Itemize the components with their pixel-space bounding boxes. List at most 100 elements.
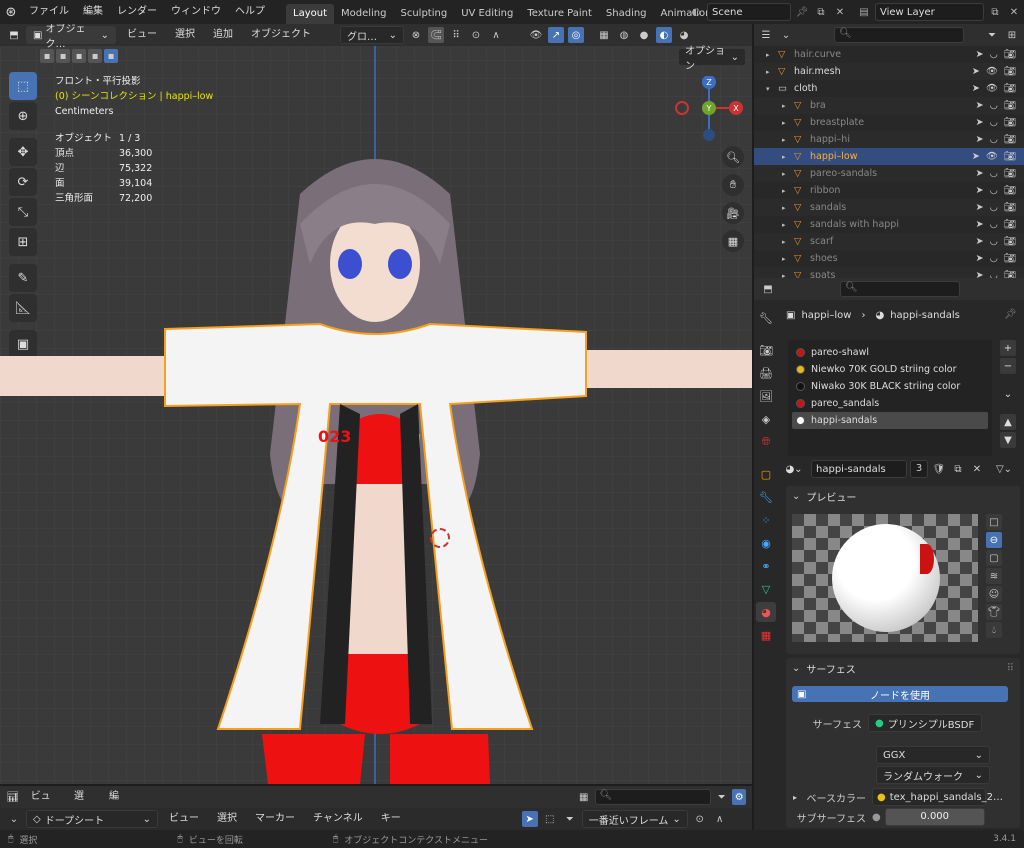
browse-material-icon[interactable]: ◕⌄ [785, 461, 802, 477]
subsurface-method-dropdown[interactable]: ランダムウォーク ⌄ [876, 766, 990, 784]
outliner-row[interactable]: ▸ ▽ bra ➤ ◡ 📷︎ [754, 97, 1024, 114]
view-layer-tab-icon[interactable]: 🖼︎ [756, 386, 776, 406]
expand-arrow-icon[interactable]: ▸ [782, 204, 794, 212]
outliner-row[interactable]: ▸ ▽ sandals ➤ ◡ 📷︎ [754, 199, 1024, 216]
delete-scene-icon[interactable]: ✕ [832, 4, 848, 20]
material-tab-icon[interactable]: ◕ [756, 602, 776, 622]
options-dropdown[interactable]: オプション ⌄ [678, 46, 746, 72]
shading-material-icon[interactable]: ◐ [656, 27, 672, 43]
menu-file[interactable]: ファイル [22, 0, 76, 24]
move-down-icon[interactable]: ▼ [1000, 432, 1016, 448]
outliner-search-input[interactable]: 🔍︎ [834, 27, 964, 43]
dopesheet-mode-dropdown[interactable]: ◇ ドープシート ⌄ [26, 810, 158, 828]
timeline-menu-edit[interactable]: 編集 [102, 786, 133, 824]
expand-arrow-icon[interactable]: ▸ [782, 136, 794, 144]
selectable-icon[interactable]: ➤ [976, 219, 984, 230]
use-nodes-button[interactable]: ▣ ノードを使用 [792, 686, 1008, 702]
dopesheet-menu-marker[interactable]: マーカー [248, 808, 302, 830]
outliner-row[interactable]: ▸ ▽ hair.mesh ➤ 👁︎ 📷︎ [754, 63, 1024, 80]
render-camera-icon[interactable]: 📷︎ [1004, 66, 1016, 77]
properties-search-input[interactable]: 🔍︎ [840, 281, 960, 297]
render-camera-icon[interactable]: 📷︎ [1004, 202, 1016, 213]
outliner-row[interactable]: ▾ ▭ cloth ➤ 👁︎ 📷︎ [754, 80, 1024, 97]
socket-icon[interactable]: ● [872, 812, 881, 823]
expand-arrow-icon[interactable]: ▸ [782, 153, 794, 161]
proportional-edit-icon[interactable]: ⊙ [692, 811, 708, 827]
visibility-eye-icon[interactable]: ◡ [990, 134, 998, 145]
dopesheet-menu-view[interactable]: ビュー [162, 808, 206, 830]
proportional-icon[interactable]: ⊙ [468, 27, 484, 43]
3d-viewport[interactable]: ⬒ ▣ オブジェク… ⌄ ビュー 選択 追加 オブジェクト グロ… ⌄ ⊗ 🧲︎ ⠿ … [0, 24, 752, 784]
remove-slot-icon[interactable]: − [1000, 358, 1016, 374]
outliner-row[interactable]: ▸ ▽ pareo-sandals ➤ ◡ 📷︎ [754, 165, 1024, 182]
outliner-row[interactable]: ▸ ▽ happi–low ➤ 👁︎ 📷︎ [754, 148, 1024, 165]
tab-modeling[interactable]: Modeling [334, 4, 394, 24]
expand-base-color-icon[interactable]: ▸ [786, 793, 804, 802]
mode-dropdown[interactable]: ▣ オブジェク… ⌄ [26, 24, 116, 50]
visibility-eye-icon[interactable]: 👁︎ [986, 151, 998, 162]
tab-layout[interactable]: Layout [286, 4, 334, 24]
new-scene-icon[interactable]: ⧉ [813, 4, 829, 20]
visibility-eye-icon[interactable]: ◡ [990, 49, 998, 60]
preview-flat-icon[interactable]: □ [986, 514, 1002, 530]
character-model[interactable]: 023 [0, 124, 752, 784]
render-tab-icon[interactable]: 📷︎ [756, 340, 776, 360]
tool-tab-icon[interactable]: 🔧︎ [756, 308, 776, 328]
select-mode-invert-icon[interactable]: ▪ [88, 49, 102, 63]
menu-render[interactable]: レンダー [110, 0, 164, 24]
render-camera-icon[interactable]: 📷︎ [1004, 219, 1016, 230]
3d-cursor-icon[interactable] [430, 528, 450, 548]
menu-edit[interactable]: 編集 [76, 0, 110, 24]
visibility-eye-icon[interactable]: ◡ [990, 185, 998, 196]
render-camera-icon[interactable]: 📷︎ [1004, 253, 1016, 264]
viewport-menu-object[interactable]: オブジェクト [244, 24, 318, 46]
preview-fluid-icon[interactable]: 💧︎ [986, 622, 1002, 638]
snap-target-icon[interactable]: ⠿ [448, 27, 464, 43]
select-tool-icon[interactable]: ➤ [521, 811, 538, 827]
visibility-eye-icon[interactable]: ◡ [990, 202, 998, 213]
timeline-menu-view[interactable]: ビュー [24, 786, 63, 824]
selectable-icon[interactable]: ➤ [976, 117, 984, 128]
object-tab-icon[interactable]: ▢ [756, 464, 776, 484]
menu-help[interactable]: ヘルプ [228, 0, 272, 24]
duplicate-material-icon[interactable]: ⧉ [950, 461, 966, 477]
render-camera-icon[interactable]: 📷︎ [1004, 100, 1016, 111]
scene-tab-icon[interactable]: ◈ [756, 409, 776, 429]
particles-tab-icon[interactable]: ⁘ [756, 510, 776, 530]
move-up-icon[interactable]: ▲ [1000, 414, 1016, 430]
preview-sphere-icon[interactable]: ⊖ [986, 532, 1002, 548]
data-tab-icon[interactable]: ▽ [756, 579, 776, 599]
falloff-curve-icon[interactable]: ∧ [712, 811, 728, 827]
preview-cube-icon[interactable]: ▢ [986, 550, 1002, 566]
selectable-icon[interactable]: ➤ [976, 236, 984, 247]
distribution-dropdown[interactable]: GGX ⌄ [876, 746, 990, 764]
display-mode-icon[interactable]: ⌄ [778, 27, 794, 43]
preview-monkey-icon[interactable]: ☺ [986, 586, 1002, 602]
selectable-icon[interactable]: ➤ [976, 100, 984, 111]
transform-orientation-dropdown[interactable]: グロ… ⌄ [340, 26, 404, 44]
material-slot[interactable]: Niewko 70K GOLD striing color [792, 361, 988, 378]
menu-window[interactable]: ウィンドウ [164, 0, 228, 24]
world-tab-icon[interactable]: 🌐︎ [756, 432, 776, 452]
select-mode-subtract-icon[interactable]: ▪ [72, 49, 86, 63]
material-name-field[interactable]: happi-sandals [811, 460, 907, 478]
material-slot[interactable]: happi-sandals [792, 412, 988, 429]
delete-view-layer-icon[interactable]: ✕ [1006, 4, 1022, 20]
outliner-row[interactable]: ▸ ▽ sandals with happi ➤ ◡ 📷︎ [754, 216, 1024, 233]
material-slot[interactable]: pareo-shawl [792, 344, 988, 361]
selectable-icon[interactable]: ➤ [976, 49, 984, 60]
overlay-toggle-icon[interactable]: ◎ [568, 27, 584, 43]
preview-hair-icon[interactable]: ≋ [986, 568, 1002, 584]
expand-arrow-icon[interactable]: ▾ [766, 85, 778, 93]
viewport-menu-view[interactable]: ビュー [120, 24, 164, 46]
expand-arrow-icon[interactable]: ▸ [782, 170, 794, 178]
render-camera-icon[interactable]: 📷︎ [1004, 151, 1016, 162]
select-mode-new-icon[interactable]: ▪ [40, 49, 54, 63]
drag-handle-icon[interactable]: ⠿ [1007, 663, 1014, 674]
selectable-icon[interactable]: ➤ [976, 134, 984, 145]
pivot-icon[interactable]: ⊗ [408, 27, 424, 43]
selectable-icon[interactable]: ➤ [972, 83, 980, 94]
visibility-icon[interactable]: 👁︎ [528, 27, 544, 43]
selectable-icon[interactable]: ➤ [976, 168, 984, 179]
expand-arrow-icon[interactable]: ▸ [782, 238, 794, 246]
